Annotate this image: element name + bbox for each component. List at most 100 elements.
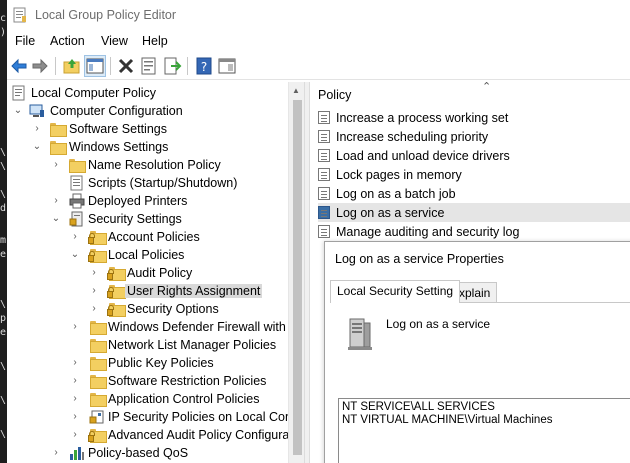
up-folder-icon[interactable] bbox=[62, 56, 82, 76]
tree-item-label: Scripts (Startup/Shutdown) bbox=[88, 176, 238, 190]
tree-item-scripts[interactable]: Scripts (Startup/Shutdown) bbox=[7, 174, 287, 192]
script-document-icon bbox=[70, 175, 83, 191]
tree-item-audit-policy[interactable]: › Audit Policy bbox=[7, 264, 287, 282]
ip-security-icon bbox=[89, 410, 104, 424]
policy-item-label: Increase a process working set bbox=[336, 111, 509, 125]
chevron-up-icon[interactable]: ⌃ bbox=[482, 82, 491, 93]
scroll-up-icon[interactable]: ▲ bbox=[292, 86, 300, 95]
chevron-down-icon[interactable]: ⌄ bbox=[51, 213, 61, 225]
chevron-right-icon[interactable]: › bbox=[51, 195, 61, 207]
locked-folder-icon bbox=[88, 249, 107, 263]
policy-item-logon-batch-job[interactable]: Log on as a batch job bbox=[318, 184, 630, 203]
menu-view[interactable]: View bbox=[101, 34, 128, 48]
chevron-right-icon[interactable]: › bbox=[70, 375, 80, 387]
policy-item-increase-scheduling-priority[interactable]: Increase scheduling priority bbox=[318, 127, 630, 146]
tree-item-label: User Rights Assignment bbox=[125, 284, 263, 298]
show-hide-action-pane-icon[interactable] bbox=[217, 56, 237, 76]
tree-item-software-settings[interactable]: › Software Settings bbox=[7, 120, 287, 138]
locked-folder-icon bbox=[88, 429, 107, 443]
policy-column-header[interactable]: Policy bbox=[318, 88, 351, 102]
policy-item-lock-pages[interactable]: Lock pages in memory bbox=[318, 165, 630, 184]
tree-item-user-rights-assignment[interactable]: › User Rights Assignment bbox=[7, 282, 287, 300]
tree-item-label: IP Security Policies on Local Comp bbox=[108, 410, 303, 424]
menu-action[interactable]: Action bbox=[50, 34, 85, 48]
export-list-icon[interactable] bbox=[162, 56, 182, 76]
policy-item-label: Load and unload device drivers bbox=[336, 149, 510, 163]
locked-folder-icon bbox=[107, 303, 126, 317]
forward-arrow-icon[interactable] bbox=[30, 56, 50, 76]
help-icon[interactable]: ? bbox=[194, 56, 214, 76]
tree-item-label: Local Policies bbox=[108, 248, 185, 262]
policy-setting-icon bbox=[318, 206, 330, 219]
tab-local-security-setting[interactable]: Local Security Setting bbox=[330, 280, 461, 303]
members-listbox[interactable]: NT SERVICE\ALL SERVICES NT VIRTUAL MACHI… bbox=[338, 398, 630, 463]
list-item[interactable]: NT VIRTUAL MACHINE\Virtual Machines bbox=[342, 414, 552, 426]
chevron-down-icon[interactable]: ⌄ bbox=[13, 105, 23, 117]
folder-icon bbox=[90, 357, 107, 371]
chevron-right-icon[interactable]: › bbox=[70, 321, 80, 333]
folder-icon bbox=[90, 375, 107, 389]
dialog-tabs: Local Security Setting Explain bbox=[330, 280, 630, 303]
chevron-right-icon[interactable]: › bbox=[70, 393, 80, 405]
tree-item-windows-settings[interactable]: ⌄ Windows Settings bbox=[7, 138, 287, 156]
chevron-right-icon[interactable]: › bbox=[70, 411, 80, 423]
tree-item-deployed-printers[interactable]: › Deployed Printers bbox=[7, 192, 287, 210]
tree-item-local-computer-policy[interactable]: Local Computer Policy bbox=[7, 84, 287, 102]
menu-bar: File Action View Help bbox=[7, 30, 630, 52]
folder-icon bbox=[69, 159, 86, 173]
tree-item-label: Application Control Policies bbox=[108, 392, 260, 406]
chevron-right-icon[interactable]: › bbox=[89, 267, 99, 279]
scrollbar-thumb[interactable] bbox=[293, 100, 302, 455]
policy-item-label: Lock pages in memory bbox=[336, 168, 462, 182]
menu-help[interactable]: Help bbox=[142, 34, 168, 48]
chevron-right-icon[interactable]: › bbox=[70, 357, 80, 369]
chevron-right-icon[interactable]: › bbox=[51, 447, 61, 459]
tree-item-security-settings[interactable]: ⌄ Security Settings bbox=[7, 210, 287, 228]
policy-item-load-unload-drivers[interactable]: Load and unload device drivers bbox=[318, 146, 630, 165]
policy-item-manage-auditing[interactable]: Manage auditing and security log bbox=[318, 222, 630, 241]
list-item[interactable]: NT SERVICE\ALL SERVICES bbox=[342, 401, 495, 413]
policy-setting-icon bbox=[318, 187, 330, 200]
console-tree: Local Computer Policy ⌄ Computer Configu… bbox=[7, 82, 303, 463]
chevron-right-icon[interactable]: › bbox=[70, 429, 80, 441]
delete-x-icon[interactable] bbox=[116, 56, 136, 76]
policy-setting-icon bbox=[318, 130, 330, 143]
qos-chart-icon bbox=[70, 447, 84, 460]
tree-item-public-key-policies[interactable]: › Public Key Policies bbox=[7, 354, 287, 372]
policy-item-increase-working-set[interactable]: Increase a process working set bbox=[318, 108, 630, 127]
tree-item-application-control-policies[interactable]: › Application Control Policies bbox=[7, 390, 287, 408]
show-hide-console-tree-icon[interactable] bbox=[84, 55, 106, 77]
tree-scrollbar[interactable]: ▲ bbox=[288, 82, 304, 463]
chevron-down-icon[interactable]: ⌄ bbox=[70, 249, 80, 261]
tree-item-account-policies[interactable]: › Account Policies bbox=[7, 228, 287, 246]
tree-item-policy-based-qos[interactable]: › Policy-based QoS bbox=[7, 444, 287, 462]
policy-setting-icon bbox=[318, 149, 330, 162]
menu-file[interactable]: File bbox=[15, 34, 35, 48]
chevron-right-icon[interactable]: › bbox=[32, 123, 42, 135]
tree-item-software-restriction-policies[interactable]: › Software Restriction Policies bbox=[7, 372, 287, 390]
title-bar: Local Group Policy Editor bbox=[7, 0, 630, 30]
tree-item-label: Windows Settings bbox=[69, 140, 169, 154]
toolbar: ? bbox=[7, 52, 630, 80]
tree-item-label: Deployed Printers bbox=[88, 194, 188, 208]
chevron-down-icon[interactable]: ⌄ bbox=[32, 141, 42, 153]
tree-item-name-resolution-policy[interactable]: › Name Resolution Policy bbox=[7, 156, 287, 174]
tree-item-advanced-audit-policy[interactable]: › Advanced Audit Policy Configurat bbox=[7, 426, 293, 444]
tree-item-ip-security-policies[interactable]: › IP Security Policies on Local Comp bbox=[7, 408, 302, 426]
tree-item-label: Audit Policy bbox=[127, 266, 193, 280]
tree-item-security-options[interactable]: › Security Options bbox=[7, 300, 287, 318]
tree-item-local-policies[interactable]: ⌄ Local Policies bbox=[7, 246, 287, 264]
tree-item-computer-configuration[interactable]: ⌄ Computer Configuration bbox=[7, 102, 287, 120]
policy-item-logon-service[interactable]: Log on as a service bbox=[318, 203, 630, 222]
tree-item-network-list-manager[interactable]: Network List Manager Policies bbox=[7, 336, 287, 354]
properties-sheet-icon[interactable] bbox=[139, 56, 159, 76]
tree-item-windows-defender-firewall[interactable]: › Windows Defender Firewall with A bbox=[7, 318, 297, 336]
chevron-right-icon[interactable]: › bbox=[70, 231, 80, 243]
chevron-right-icon[interactable]: › bbox=[89, 285, 99, 297]
chevron-right-icon[interactable]: › bbox=[51, 159, 61, 171]
back-arrow-icon[interactable] bbox=[9, 56, 29, 76]
computer-icon bbox=[29, 104, 44, 117]
tree-item-label: Security Settings bbox=[88, 212, 182, 226]
chevron-right-icon[interactable]: › bbox=[89, 303, 99, 315]
tab-content: Log on as a service NT SERVICE\ALL SERVI… bbox=[330, 302, 630, 463]
